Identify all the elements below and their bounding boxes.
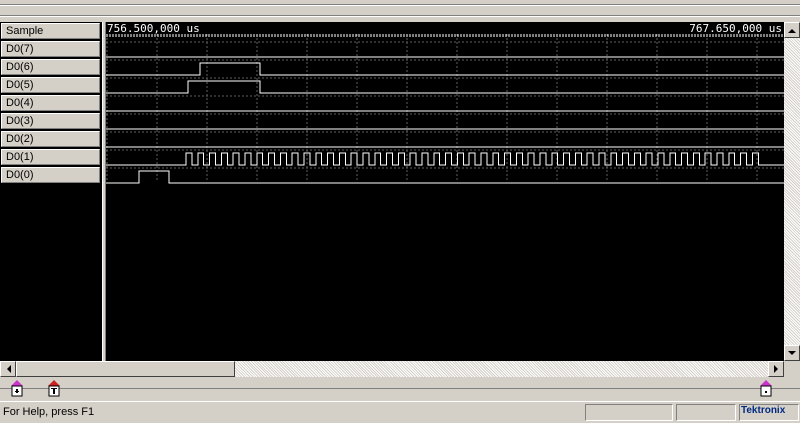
signal-label-d01[interactable]: D0(1) bbox=[1, 149, 100, 165]
arrow-left-icon bbox=[6, 365, 11, 373]
horizontal-scrollbar[interactable] bbox=[0, 361, 784, 377]
signal-label-d05[interactable]: D0(5) bbox=[1, 77, 100, 93]
marker-start-icon[interactable] bbox=[11, 380, 23, 398]
signal-label-d04[interactable]: D0(4) bbox=[1, 95, 100, 111]
vertical-scroll-track[interactable] bbox=[784, 38, 800, 345]
time-grid bbox=[106, 34, 784, 182]
arrow-up-icon bbox=[788, 28, 796, 33]
status-bar: For Help, press F1 Tektronix bbox=[0, 401, 800, 423]
signal-label-d00[interactable]: D0(0) bbox=[1, 167, 100, 183]
wave-d05 bbox=[106, 80, 784, 94]
toolbar-strip bbox=[0, 0, 800, 22]
marker-bar[interactable] bbox=[0, 377, 800, 399]
scroll-corner bbox=[784, 361, 800, 377]
scroll-right-button[interactable] bbox=[768, 361, 784, 377]
signal-label-sample[interactable]: Sample bbox=[1, 23, 100, 39]
vertical-scrollbar[interactable] bbox=[784, 22, 800, 361]
signal-label-d07[interactable]: D0(7) bbox=[1, 41, 100, 57]
arrow-right-icon bbox=[773, 365, 778, 373]
wave-d00 bbox=[106, 170, 784, 184]
scroll-left-button[interactable] bbox=[0, 361, 16, 377]
scroll-down-button[interactable] bbox=[784, 345, 800, 361]
tektronix-logo: Tektronix bbox=[741, 405, 786, 416]
waveform-canvas bbox=[106, 34, 784, 184]
signal-traces bbox=[106, 56, 784, 184]
marker-end-icon[interactable] bbox=[760, 380, 772, 398]
timeline-start: 756.500,000 us bbox=[107, 22, 200, 35]
signal-label-d03[interactable]: D0(3) bbox=[1, 113, 100, 129]
signal-label-pane: Sample D0(7) D0(6) D0(5) D0(4) D0(3) D0(… bbox=[0, 22, 102, 361]
arrow-down-icon bbox=[788, 350, 796, 355]
waveform-area[interactable]: 756.500,000 us 767.650,000 us bbox=[106, 22, 784, 361]
timeline-end: 767.650,000 us bbox=[689, 22, 782, 35]
status-help-text: For Help, press F1 bbox=[3, 406, 95, 418]
horizontal-scroll-thumb[interactable] bbox=[16, 361, 235, 377]
time-ruler bbox=[106, 34, 783, 37]
wave-d06 bbox=[106, 62, 784, 76]
status-pane-2 bbox=[676, 404, 736, 421]
scroll-up-button[interactable] bbox=[784, 22, 800, 38]
marker-trigger-icon[interactable] bbox=[48, 380, 60, 398]
signal-label-d06[interactable]: D0(6) bbox=[1, 59, 100, 75]
status-pane-1 bbox=[585, 404, 673, 421]
wave-d01 bbox=[106, 152, 784, 166]
signal-label-d02[interactable]: D0(2) bbox=[1, 131, 100, 147]
